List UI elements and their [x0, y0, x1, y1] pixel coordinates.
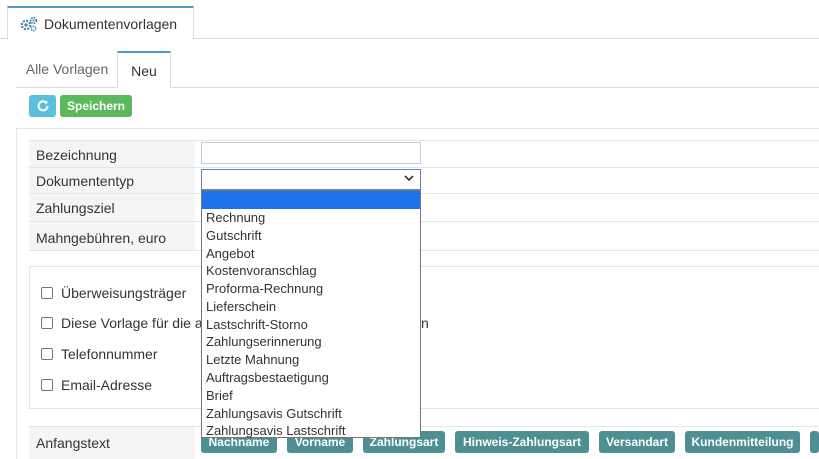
checkbox-label: Email-Adresse: [61, 377, 153, 393]
field-label: Zahlungsziel: [29, 194, 195, 221]
dropdown-option[interactable]: Rechnung: [206, 210, 265, 225]
dropdown-option[interactable]: Lastschrift-Storno: [206, 317, 308, 332]
dokumententyp-select[interactable]: [201, 169, 421, 190]
tab-alle-vorlagen[interactable]: Alle Vorlagen: [17, 51, 117, 88]
dropdown-option[interactable]: Zahlungsavis Gutschrift: [206, 406, 342, 421]
dropdown-option[interactable]: Lieferschein: [206, 299, 276, 314]
dropdown-option[interactable]: Auftragsbestaetigung: [206, 370, 329, 385]
tab-neu[interactable]: Neu: [117, 51, 171, 88]
dropdown-option[interactable]: Letzte Mahnung: [206, 352, 299, 367]
save-button[interactable]: Speichern: [60, 95, 132, 117]
anfangstext-label: Anfangstext: [29, 427, 195, 459]
dropdown-option[interactable]: Gutschrift: [206, 228, 262, 243]
dropdown-option[interactable]: Kostenvoranschlag: [206, 263, 317, 278]
field-label: Mahngebühren, euro: [29, 222, 195, 250]
tab-title: Dokumentenvorlagen: [44, 16, 178, 32]
chevron-down-icon: [404, 175, 414, 182]
content-divider: [16, 128, 819, 129]
tag-hinweis-zahlungsart-button[interactable]: Hinweis-Zahlungsart: [455, 431, 589, 453]
tag-versandart-button[interactable]: Versandart: [599, 431, 675, 453]
checkbox-label-tail: n: [421, 315, 429, 331]
ueberweisungstraeger-checkbox[interactable]: [41, 287, 53, 299]
content-left-border: [16, 128, 17, 459]
template-form: Bezeichnung Dokumententyp Zahlungsziel M…: [29, 140, 819, 251]
refresh-button[interactable]: [29, 95, 56, 117]
gears-icon: [20, 16, 38, 32]
field-label: Bezeichnung: [29, 141, 195, 167]
dropdown-option[interactable]: Brief: [206, 388, 233, 403]
bezeichnung-input[interactable]: [201, 142, 421, 164]
dropdown-option[interactable]: Zahlungsavis Lastschrift: [206, 423, 345, 438]
tab-dokumentenvorlagen[interactable]: Dokumentenvorlagen: [7, 6, 194, 40]
tag-more-button[interactable]: [810, 431, 819, 453]
checkbox-label: Diese Vorlage für die a: [61, 315, 203, 331]
checkbox-label: Überweisungsträger: [61, 285, 187, 301]
telefonnummer-checkbox[interactable]: [41, 348, 53, 360]
form-row-dokumententyp: Dokumententyp: [29, 168, 819, 194]
dropdown-option[interactable]: Angebot: [206, 246, 254, 261]
email-adresse-checkbox[interactable]: [41, 379, 53, 391]
dropdown-option-empty-selected[interactable]: [202, 191, 420, 209]
form-row-zahlungsziel: Zahlungsziel: [29, 194, 819, 222]
vorlage-default-checkbox[interactable]: [41, 317, 53, 329]
form-row-bezeichnung: Bezeichnung: [29, 141, 819, 168]
checkbox-label: Telefonnummer: [61, 346, 158, 362]
dropdown-option[interactable]: Zahlungserinnerung: [206, 334, 322, 349]
tag-kundenmitteilung-button[interactable]: Kundenmitteilung: [685, 431, 800, 453]
dropdown-option[interactable]: Proforma-Rechnung: [206, 281, 323, 296]
form-row-mahngebuehren: Mahngebühren, euro: [29, 222, 819, 251]
refresh-icon: [37, 100, 48, 112]
field-label: Dokumententyp: [29, 168, 195, 193]
dokumententyp-dropdown-list: Rechnung Gutschrift Angebot Kostenvorans…: [201, 190, 421, 438]
